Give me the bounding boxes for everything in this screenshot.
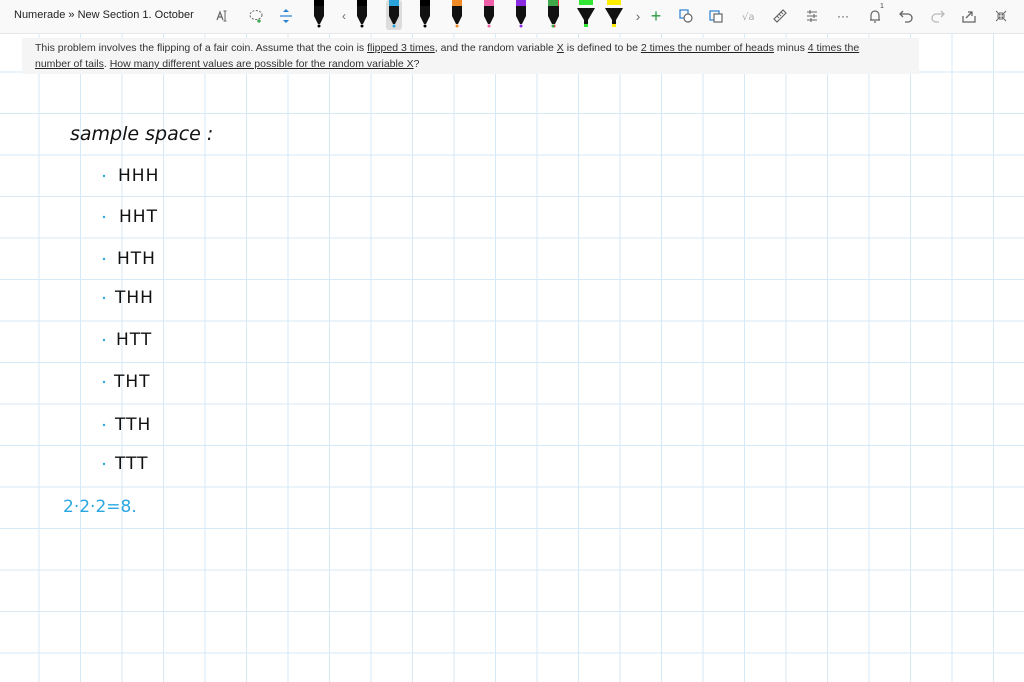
lasso-select-icon[interactable] bbox=[246, 6, 266, 26]
pen-pink-icon[interactable] bbox=[481, 0, 497, 30]
svg-text:√a: √a bbox=[742, 12, 755, 23]
bell-icon[interactable]: 1 bbox=[865, 3, 885, 26]
pen-purple-icon[interactable] bbox=[513, 0, 529, 30]
problem-underline: How many different values are possible f… bbox=[109, 58, 414, 70]
share-icon[interactable] bbox=[959, 6, 979, 26]
scroll-right-icon[interactable]: › bbox=[628, 6, 648, 26]
scroll-left-icon[interactable]: ‹ bbox=[334, 6, 354, 26]
pen-light-blue-icon[interactable] bbox=[386, 0, 402, 30]
collapse-icon[interactable] bbox=[991, 6, 1011, 26]
toolbar: Numerade » New Section 1. October ‹ › + … bbox=[0, 0, 1024, 34]
problem-text-box[interactable]: This problem involves the flipping of a … bbox=[22, 38, 919, 74]
problem-text: This problem involves the flipping of a … bbox=[35, 42, 368, 54]
highlighter-green-icon[interactable] bbox=[575, 0, 597, 30]
ink-options-icon[interactable] bbox=[802, 6, 822, 26]
problem-text: is defined to be bbox=[563, 42, 641, 54]
more-icon[interactable]: ··· bbox=[833, 6, 853, 26]
problem-text: ? bbox=[413, 58, 420, 70]
pen-black-3-icon[interactable] bbox=[417, 0, 433, 30]
breadcrumb-separator: » bbox=[68, 9, 75, 21]
undo-icon[interactable] bbox=[896, 6, 916, 26]
problem-underline: X bbox=[556, 42, 564, 54]
problem-underline: 2 times the number of heads bbox=[640, 42, 774, 54]
highlighter-yellow-icon[interactable] bbox=[603, 0, 625, 30]
breadcrumb-section[interactable]: New Section 1. October bbox=[78, 9, 194, 21]
problem-underline: number of tails bbox=[35, 58, 104, 70]
ink-to-text-icon[interactable] bbox=[706, 6, 726, 26]
math-icon[interactable]: √a bbox=[738, 6, 758, 26]
redo-icon[interactable] bbox=[928, 6, 948, 26]
problem-text: minus bbox=[773, 42, 808, 54]
pen-orange-icon[interactable] bbox=[449, 0, 465, 30]
problem-text: , and the random variable bbox=[434, 42, 557, 54]
pen-black-icon[interactable] bbox=[311, 0, 327, 30]
ruler-icon[interactable] bbox=[770, 6, 790, 26]
ink-to-shape-icon[interactable] bbox=[676, 6, 696, 26]
problem-underline: 4 times the bbox=[807, 42, 860, 54]
notification-count: 1 bbox=[880, 3, 884, 10]
add-pen-icon[interactable]: + bbox=[646, 6, 666, 26]
insert-space-icon[interactable] bbox=[276, 6, 296, 26]
breadcrumb-notebook[interactable]: Numerade bbox=[14, 9, 65, 21]
pen-green-icon[interactable] bbox=[545, 0, 561, 30]
pen-black-2-icon[interactable] bbox=[354, 0, 370, 30]
breadcrumb[interactable]: Numerade » New Section 1. October bbox=[14, 9, 194, 21]
text-select-icon[interactable] bbox=[212, 6, 232, 26]
problem-underline: flipped 3 times bbox=[367, 42, 435, 54]
note-canvas[interactable] bbox=[0, 34, 1024, 682]
